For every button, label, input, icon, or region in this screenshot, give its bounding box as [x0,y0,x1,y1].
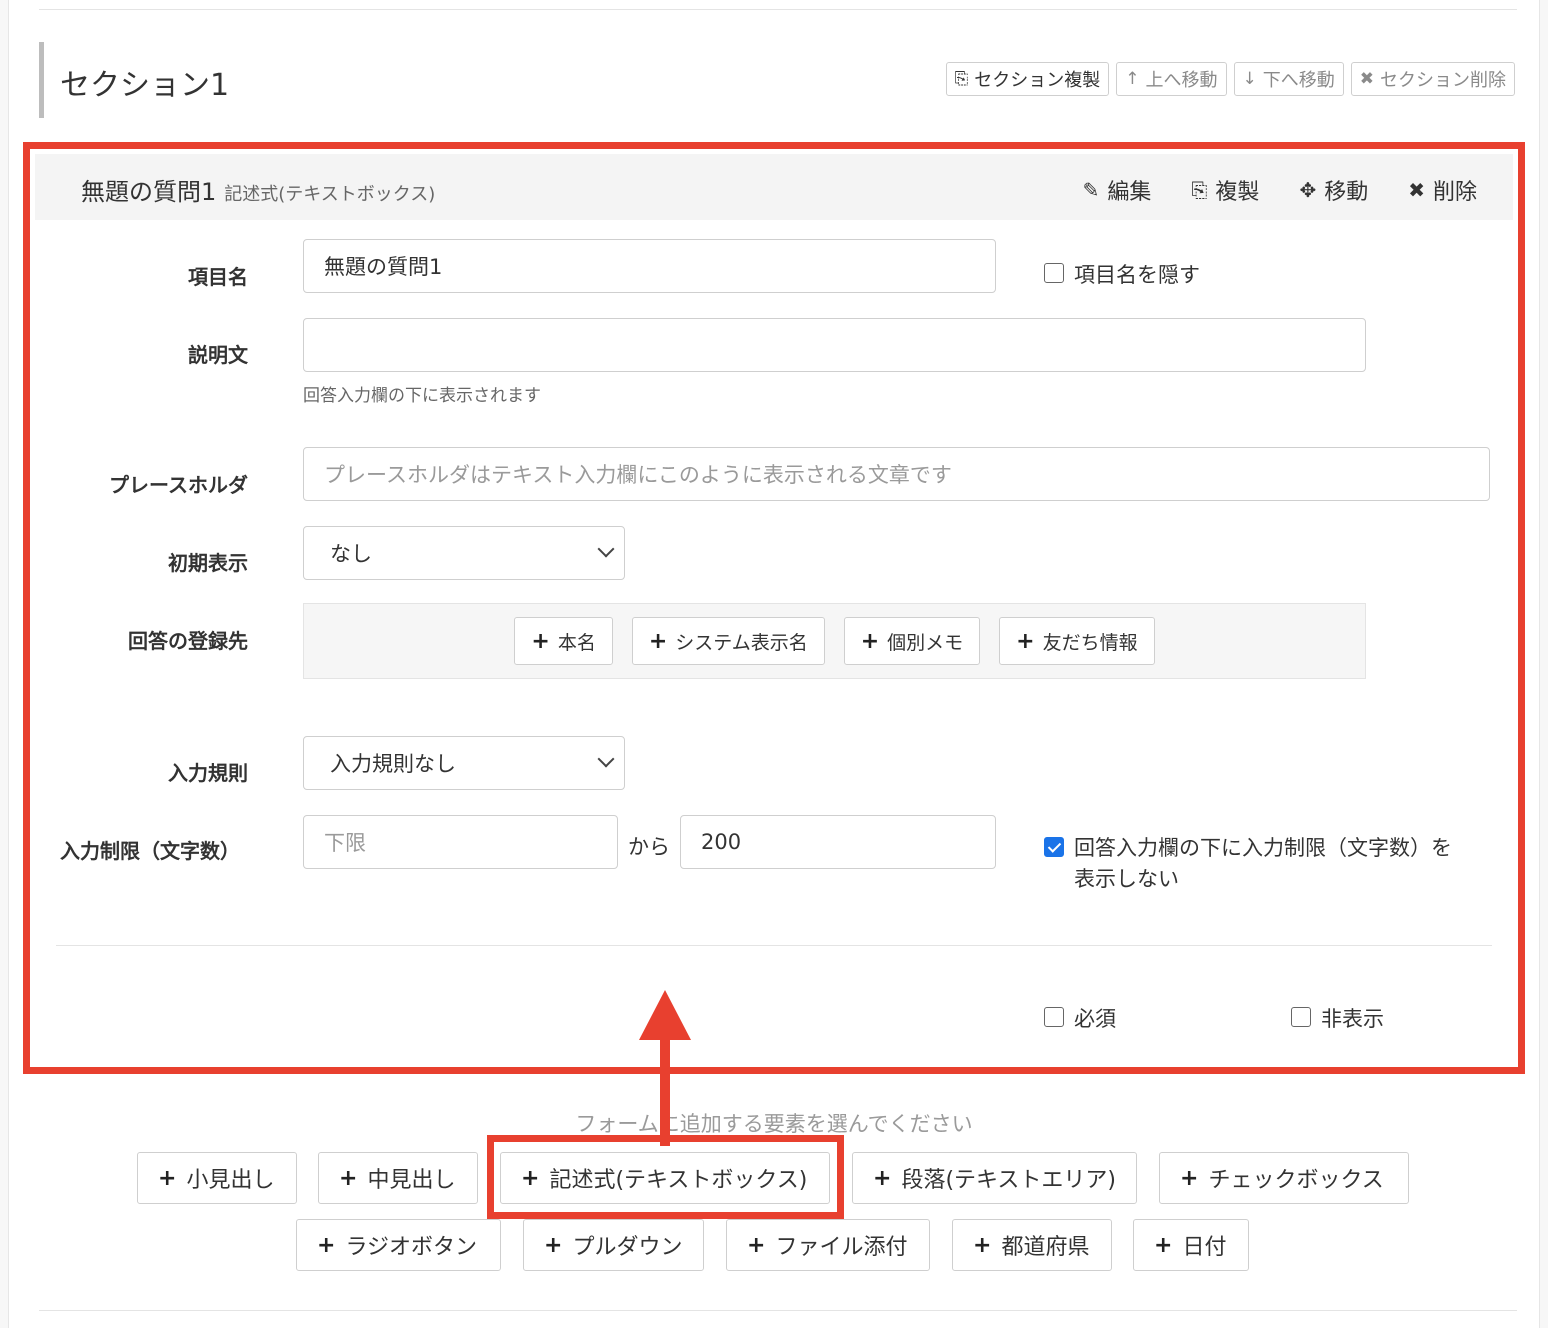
add-small-heading-button[interactable]: + 小見出し [137,1152,297,1204]
input-rule-label: 入力規則 [168,761,248,785]
input-limit-label: 入力制限（文字数） [60,839,240,863]
dest-display-name-button[interactable]: + システム表示名 [631,617,825,665]
annotation-arrow-head [639,990,691,1040]
question-type: 記述式(テキストボックス) [224,184,436,205]
arrow-down-icon: ↓ [1242,69,1257,89]
limit-between-text: から [628,835,670,859]
limit-max-input[interactable]: 200 [680,815,996,869]
add-dropdown-button[interactable]: + プルダウン [523,1219,704,1271]
add-prefecture-button[interactable]: + 都道府県 [952,1219,1112,1271]
delete-button[interactable]: ✖ 削除 [1408,174,1477,206]
annotation-highlight-box [487,1135,844,1219]
add-checkbox-button[interactable]: + チェックボックス [1159,1152,1409,1204]
bottom-divider [39,1310,1517,1311]
add-element-prompt: フォームに追加する要素を選んでください [575,1112,973,1136]
input-rule-select[interactable]: 入力規則なし [303,736,625,790]
dest-friend-info-button[interactable]: + 友だち情報 [999,617,1155,665]
required-checkbox[interactable]: 必須 [1044,1003,1116,1033]
add-date-button[interactable]: + 日付 [1133,1219,1249,1271]
question-card: 無題の質問1 記述式(テキストボックス) ✎ 編集 ⎘ 複製 ✥ 移動 ✖ 削除 項目名 … [23,142,1525,1074]
plus-icon: + [648,628,668,654]
add-file-attach-button[interactable]: + ファイル添付 [726,1219,930,1271]
dest-memo-button[interactable]: + 個別メモ [843,617,981,665]
question-actions: ✎ 編集 ⎘ 複製 ✥ 移動 ✖ 削除 [1083,174,1477,206]
plus-icon: + [1016,628,1035,654]
description-help: 回答入力欄の下に表示されます [303,386,541,406]
section-duplicate-button[interactable]: ⎘ セクション複製 [945,62,1110,96]
plus-icon: + [1180,1165,1199,1191]
initial-display-label: 初期表示 [168,551,248,575]
add-radio-button[interactable]: + ラジオボタン [296,1219,501,1271]
placeholder-label: プレースホルダ [109,473,248,497]
section-move-down-button[interactable]: ↓ 下へ移動 [1233,62,1344,96]
destination-panel: + 本名 + システム表示名 + 個別メモ + 友だち情報 [303,603,1366,679]
chevron-down-icon [597,750,615,768]
stamp-icon: ⎘ [954,69,969,89]
chevron-down-icon [597,540,615,558]
description-label: 説明文 [188,343,248,367]
plus-icon: + [339,1165,358,1191]
plus-icon: + [531,628,550,654]
hide-limit-box[interactable] [1044,837,1064,857]
plus-icon: + [158,1165,177,1191]
add-medium-heading-button[interactable]: + 中見出し [318,1152,478,1204]
question-title: 無題の質問1 記述式(テキストボックス) [81,178,436,206]
plus-icon: + [747,1232,766,1258]
dest-real-name-button[interactable]: + 本名 [514,617,613,665]
plus-icon: + [973,1232,992,1258]
edit-button[interactable]: ✎ 編集 [1083,174,1152,206]
close-icon: ✖ [1359,69,1374,89]
hide-item-name-box[interactable] [1044,263,1064,283]
move-button[interactable]: ✥ 移動 [1299,174,1368,206]
section-title: セクション1 [60,68,230,103]
limit-min-input[interactable]: 下限 [303,815,618,869]
annotation-arrow-shaft [660,1036,670,1146]
required-box[interactable] [1044,1007,1064,1027]
question-header: 無題の質問1 記述式(テキストボックス) ✎ 編集 ⎘ 複製 ✥ 移動 ✖ 削除 [35,154,1513,220]
hide-item-name-checkbox[interactable]: 項目名を隠す [1044,259,1200,289]
section-delete-button[interactable]: ✖ セクション削除 [1350,62,1515,96]
arrow-up-icon: ↑ [1125,69,1140,89]
plus-icon: + [1154,1232,1173,1258]
hidden-checkbox[interactable]: 非表示 [1291,1003,1384,1033]
duplicate-button[interactable]: ⎘ 複製 [1191,174,1259,206]
description-input[interactable] [303,318,1366,372]
hide-limit-checkbox[interactable]: 回答入力欄の下に入力制限（文字数）を 表示しない [1044,833,1484,895]
move-icon: ✥ [1299,178,1317,202]
pencil-icon: ✎ [1082,178,1100,202]
item-name-input[interactable]: 無題の質問1 [303,239,996,293]
section-header: セクション1 [39,42,229,118]
stamp-icon: ⎘ [1191,178,1208,202]
item-name-label: 項目名 [188,265,248,289]
hidden-box[interactable] [1291,1007,1311,1027]
top-divider [39,9,1517,10]
destination-label: 回答の登録先 [128,629,248,653]
initial-display-select[interactable]: なし [303,526,625,580]
plus-icon: + [873,1165,892,1191]
plus-icon: + [317,1232,336,1258]
section-move-up-button[interactable]: ↑ 上へ移動 [1116,62,1227,96]
close-icon: ✖ [1408,178,1425,202]
section-toolbar: ⎘ セクション複製 ↑ 上へ移動 ↓ 下へ移動 ✖ セクション削除 [945,62,1515,96]
plus-icon: + [860,628,880,654]
add-textarea-button[interactable]: + 段落(テキストエリア) [852,1152,1137,1204]
card-divider [56,945,1492,946]
placeholder-input[interactable]: プレースホルダはテキスト入力欄にこのように表示される文章です [303,447,1490,501]
plus-icon: + [544,1232,563,1258]
